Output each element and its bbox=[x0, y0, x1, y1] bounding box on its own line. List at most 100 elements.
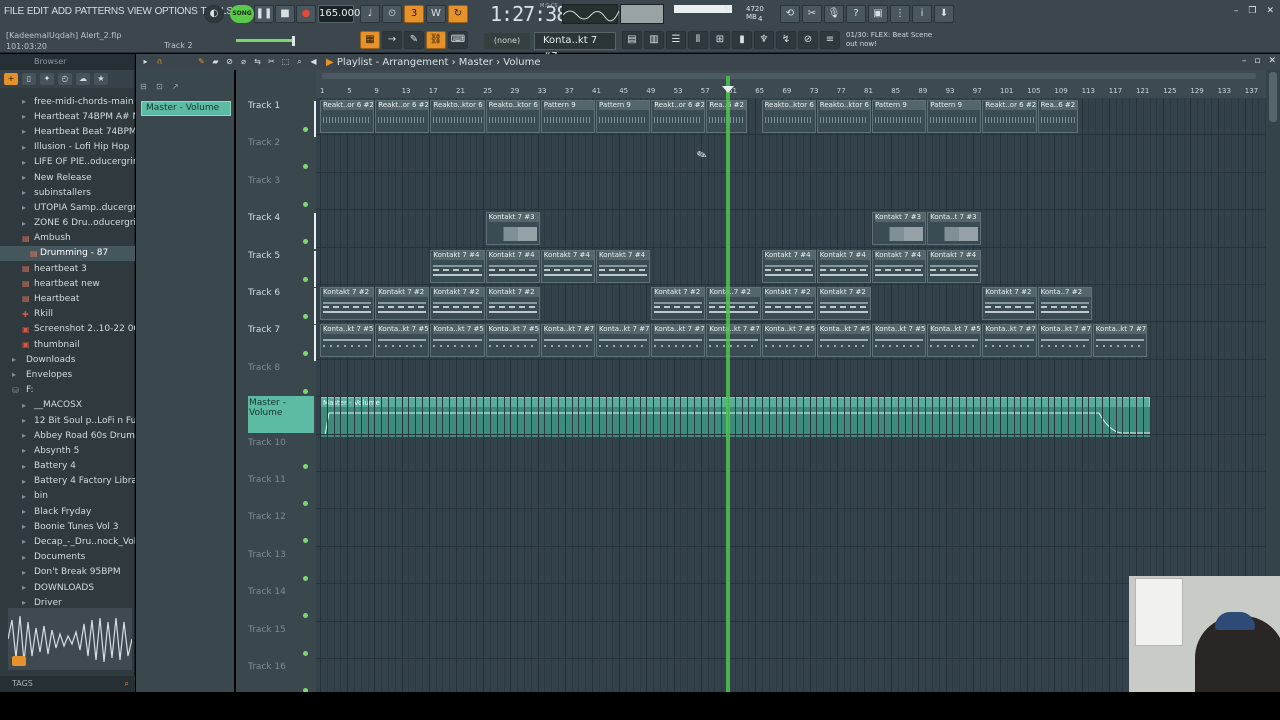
channel-selector[interactable]: Konta..kt 7 #7 bbox=[534, 32, 616, 62]
pattern-clip[interactable]: Konta..kt 7 #7 bbox=[540, 324, 595, 358]
pattern-clip[interactable]: Konta..kt 7 #5 bbox=[761, 324, 816, 358]
news-panel[interactable]: 01/30: FLEX: Beat Scene out now! bbox=[846, 31, 946, 49]
track-header[interactable]: Track 5 bbox=[246, 250, 319, 288]
browser-item[interactable]: ▸ Don't Break 95BPM bbox=[0, 565, 135, 580]
track-enable-led[interactable] bbox=[303, 201, 308, 207]
track-enable-led[interactable] bbox=[303, 501, 308, 506]
browser-item[interactable]: ▸ Illusion - Lofi Hip Hop bbox=[0, 140, 135, 155]
snap-magnet-icon[interactable]: ∩ bbox=[154, 56, 165, 67]
browser-item[interactable]: ✚ Rkill bbox=[0, 307, 135, 322]
pattern-clip[interactable]: Konta..kt 7 #5 bbox=[816, 324, 871, 358]
track-enable-led[interactable] bbox=[303, 575, 308, 581]
track-header-master-volume[interactable]: Master - Volume bbox=[248, 396, 314, 433]
browser-item[interactable]: ▸ free-midi-chords-main bbox=[0, 94, 135, 109]
mute-tool-icon[interactable]: ⌀ bbox=[238, 56, 249, 67]
browser-file-icon[interactable]: ▯ bbox=[22, 73, 36, 85]
download-icon[interactable]: ⬇ bbox=[934, 5, 954, 23]
browser-item[interactable]: ▸ UTOPIA Samp..ducergrind) bbox=[0, 200, 135, 215]
channel-rack-icon[interactable]: ☰ bbox=[666, 31, 686, 49]
arrow-right-icon[interactable]: → bbox=[382, 31, 402, 49]
pattern-clip[interactable]: Konta..kt 7 #5 bbox=[320, 324, 375, 358]
menu-view[interactable]: VIEW bbox=[127, 6, 154, 17]
browser-item[interactable]: ▸ 12 Bit Soul p..LoFi n Funky bbox=[0, 413, 135, 428]
browser-item[interactable]: ▤ Ambush bbox=[0, 231, 135, 246]
metronome-icon[interactable]: ♩ bbox=[360, 5, 380, 23]
picker-a-icon[interactable]: ⊟ bbox=[140, 82, 150, 92]
pattern-clip[interactable]: Konta..7 #2 bbox=[706, 287, 761, 320]
browser-item[interactable]: ▸ ZONE 6 Dru..oducergrind) bbox=[0, 216, 135, 231]
close-icon[interactable]: ✕ bbox=[1268, 56, 1276, 66]
picker-b-icon[interactable]: ⊡ bbox=[156, 82, 166, 92]
browser-item[interactable]: ▸ Black Fryday bbox=[0, 504, 135, 519]
pattern-clip[interactable]: Konta..kt 7 #7 bbox=[1092, 324, 1147, 358]
track-enable-led[interactable] bbox=[303, 351, 308, 357]
track-header[interactable]: Track 4 bbox=[246, 213, 319, 250]
slip-tool-icon[interactable]: ⇆ bbox=[252, 56, 263, 67]
help-icon[interactable]: ? bbox=[846, 5, 866, 23]
browser-item[interactable]: ▤ Drumming - 87 bbox=[0, 245, 135, 262]
pattern-clip[interactable]: Kontakt 7 #2 bbox=[430, 287, 485, 320]
track-lane[interactable] bbox=[316, 435, 1266, 472]
track-enable-led[interactable] bbox=[303, 388, 308, 394]
master-volume-slider[interactable] bbox=[236, 39, 292, 42]
slice-tool-icon[interactable]: ✂ bbox=[266, 56, 277, 67]
pattern-clip[interactable]: Kontakt 7 #3 bbox=[485, 212, 540, 246]
pattern-clip[interactable]: Reakto..ktor 6 bbox=[430, 100, 485, 133]
browser-item[interactable]: ▸ Documents bbox=[0, 550, 135, 565]
track-header[interactable]: Track 11 bbox=[246, 475, 316, 512]
delete-tool-icon[interactable]: ⊘ bbox=[224, 56, 235, 67]
browser-collapse-icon[interactable]: ✦ bbox=[40, 73, 54, 85]
typing-keyboard-icon[interactable]: ⌨ bbox=[448, 31, 468, 49]
picker-item-master-volume[interactable]: Master - Volume bbox=[141, 101, 231, 116]
track-lane[interactable] bbox=[316, 360, 1266, 398]
piano-roll-view-icon[interactable]: ▥ bbox=[644, 31, 664, 49]
browser-item[interactable]: ▸ New Release bbox=[0, 170, 135, 185]
track-enable-led[interactable] bbox=[303, 127, 308, 132]
pattern-clip[interactable]: Rea..6 #2 bbox=[1037, 100, 1078, 133]
track-header[interactable]: Track 12 bbox=[246, 512, 316, 549]
track-enable-led[interactable] bbox=[303, 463, 308, 469]
draw-tool-icon[interactable]: ✎ bbox=[196, 56, 207, 67]
pattern-clip[interactable]: Reakto..ktor 6 bbox=[816, 100, 871, 133]
pattern-clip[interactable]: Konta..kt 7 #7 bbox=[651, 324, 706, 358]
pattern-clip[interactable]: Konta..kt 7 #7 bbox=[706, 324, 761, 358]
stop-button[interactable]: ■ bbox=[275, 5, 295, 23]
menu-edit[interactable]: EDIT bbox=[27, 6, 52, 17]
pattern-clip[interactable]: Kontakt 7 #4 bbox=[761, 249, 816, 283]
midi-icon[interactable]: ⋮ bbox=[890, 5, 910, 23]
pattern-clip[interactable]: Konta..kt 7 #7 bbox=[982, 324, 1037, 358]
browser-item[interactable]: ▸ Downloads bbox=[0, 352, 135, 367]
countdown-icon[interactable]: 3 bbox=[404, 5, 424, 23]
mixer-icon[interactable]: ⫴ bbox=[688, 31, 708, 49]
browser-item[interactable]: ▣ Screenshot 2..10-22 060623 bbox=[0, 322, 135, 337]
song-mode-toggle[interactable]: SONG bbox=[230, 5, 254, 23]
pattern-clip[interactable]: Konta..kt 7 #5 bbox=[375, 324, 430, 358]
track-lane[interactable] bbox=[316, 397, 1266, 435]
playhead-marker[interactable] bbox=[722, 86, 734, 93]
microphone-icon[interactable]: 🎙 bbox=[824, 5, 844, 23]
pattern-clip[interactable]: Reakto..ktor 6 bbox=[485, 100, 540, 133]
draw-icon[interactable]: ✎ bbox=[404, 31, 424, 49]
pattern-clip[interactable]: Konta..7 #2 bbox=[1037, 287, 1092, 320]
wait-input-icon[interactable]: ⏲ bbox=[382, 5, 402, 23]
playhead-line[interactable] bbox=[726, 76, 730, 692]
pattern-clip[interactable]: Kontakt 7 #2 bbox=[982, 287, 1037, 320]
track-header[interactable]: Track 3 bbox=[246, 176, 316, 213]
browser-item[interactable]: ▸ Boonie Tunes Vol 3 bbox=[0, 519, 135, 534]
browser-item[interactable]: ▸ Envelopes bbox=[0, 367, 135, 382]
browser-item[interactable]: ⛁ F: bbox=[0, 383, 135, 398]
browser-item[interactable]: ▸ Battery 4 bbox=[0, 459, 135, 474]
pattern-clip[interactable]: Konta..t 7 #3 bbox=[927, 212, 982, 246]
restore-icon[interactable]: ❐ bbox=[1248, 6, 1256, 16]
zoom-tool-icon[interactable]: ⌕ bbox=[294, 56, 305, 67]
track-lane[interactable] bbox=[316, 472, 1266, 510]
track-lane[interactable] bbox=[316, 210, 1266, 248]
menu-add[interactable]: ADD bbox=[52, 6, 75, 17]
track-header[interactable]: Track 14 bbox=[246, 587, 316, 624]
browser-item[interactable]: ▤ Heartbeat bbox=[0, 291, 135, 306]
pattern-clip[interactable]: Konta..kt 7 #7 bbox=[596, 324, 651, 358]
browser-item[interactable]: ▸ LIFE OF PIE..oducergrind) bbox=[0, 155, 135, 170]
track-header[interactable]: Track 2 bbox=[246, 138, 316, 175]
browser-item[interactable]: ▸ Heartbeat Beat 74BPM bbox=[0, 124, 135, 139]
maximize-icon[interactable]: ▫ bbox=[1254, 56, 1260, 66]
